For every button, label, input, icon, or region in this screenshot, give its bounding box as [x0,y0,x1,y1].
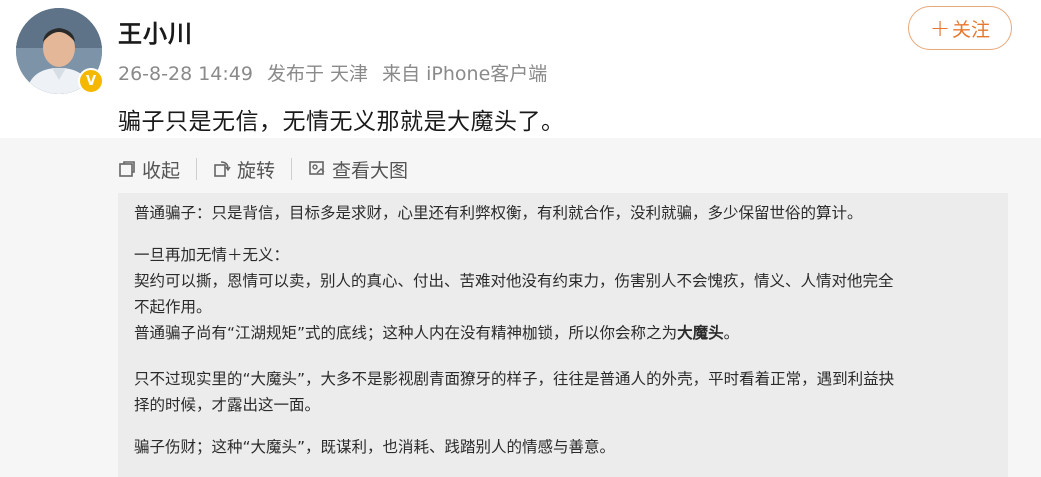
image-text-line: 只不过现实里的“大魔头”，大多不是影视剧青面獠牙的样子，往往是普通人的外壳，平时… [134,370,895,388]
toolbar-divider [196,158,198,180]
collapse-icon [119,161,135,177]
image-text-line: 择的时候，才露出这一面。 [134,396,321,414]
image-text-line: 不起作用。 [134,298,212,316]
image-text-line: 普通骗子：只是背信，目标多是求财，心里还有利弊权衡，有利就合作，没利就骗，多少保… [134,204,863,222]
rotate-label: 旋转 [237,159,276,182]
watermark [758,462,1018,477]
verified-badge-icon: V [78,68,104,94]
follow-label: 关注 [952,18,991,41]
rotate-icon [214,161,231,177]
post-meta: 26-8-28 14:49 发布于 天津 来自 iPhone客户端 [118,59,555,86]
image-text-span: 。 [723,324,740,342]
image-text-span: 普通骗子尚有“江湖规矩”式的底线；这种人内在没有精神枷锁，所以你会称之为 [134,324,678,342]
post-location: 发布于 天津 [267,63,369,85]
plus-icon: + [929,14,951,42]
image-text-line: 骗子伤财；这种“大魔头”，既谋利，也消耗、践踏别人的情感与善意。 [134,438,616,456]
image-text-line: 契约可以撕，恩情可以卖，别人的真心、付出、苦难对他没有约束力，伤害别人不会愧疚，… [134,272,894,290]
post-time[interactable]: 26-8-28 14:49 [118,63,253,85]
post-source: 来自 iPhone客户端 [382,63,548,85]
follow-button[interactable]: + 关注 [908,6,1012,50]
image-view-icon [309,161,325,175]
image-text-line: 普通骗子尚有“江湖规矩”式的底线；这种人内在没有精神枷锁，所以你会称之为大魔头。 [134,320,739,346]
image-text-bold: 大魔头 [677,324,724,342]
view-large-label: 查看大图 [332,159,409,182]
post-image[interactable]: 普通骗子：只是背信，目标多是求财，心里还有利弊权衡，有利就合作，没利就骗，多少保… [118,193,1008,477]
image-toolbar: 收起 旋转 查看大图 [118,154,408,184]
view-large-button[interactable]: 查看大图 [308,156,408,183]
toolbar-divider [291,158,293,180]
collapse-label: 收起 [142,159,181,182]
image-text-line: 一旦再加无情＋无义： [134,246,290,264]
collapse-button[interactable]: 收起 [118,156,180,183]
rotate-button[interactable]: 旋转 [213,156,275,183]
post-text: 骗子只是无信，无情无义那就是大魔头了。 [118,109,565,135]
username[interactable]: 王小川 [118,14,193,49]
